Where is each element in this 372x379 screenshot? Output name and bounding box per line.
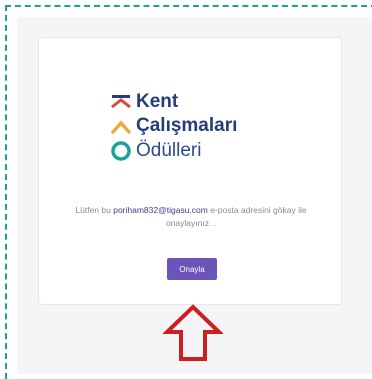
orange-chevron-icon: [111, 120, 131, 134]
logo-text-kent: Kent: [136, 91, 179, 112]
email-confirmation-page: Kent Çalışmaları Ödülleri Lütfen bu pori…: [17, 17, 372, 374]
email-address: poriham832@tigasu.com: [113, 205, 208, 215]
logo-text-calismalari: Çalışmaları: [136, 115, 238, 136]
confirm-button[interactable]: Onayla: [167, 258, 217, 280]
up-arrow-outline-icon: [163, 304, 223, 361]
red-stripes-icon: [111, 95, 131, 109]
message-prefix: Lütfen bu: [75, 205, 111, 215]
teal-ring-icon: [111, 141, 131, 161]
confirmation-message: Lütfen bu poriham832@tigasu.com e-posta …: [53, 204, 329, 230]
kent-calismalari-odulleri-logo: Kent Çalışmaları Ödülleri: [110, 91, 280, 171]
confirmation-card: Kent Çalışmaları Ödülleri Lütfen bu pori…: [38, 37, 342, 361]
logo-text-odulleri: Ödülleri: [136, 140, 202, 161]
